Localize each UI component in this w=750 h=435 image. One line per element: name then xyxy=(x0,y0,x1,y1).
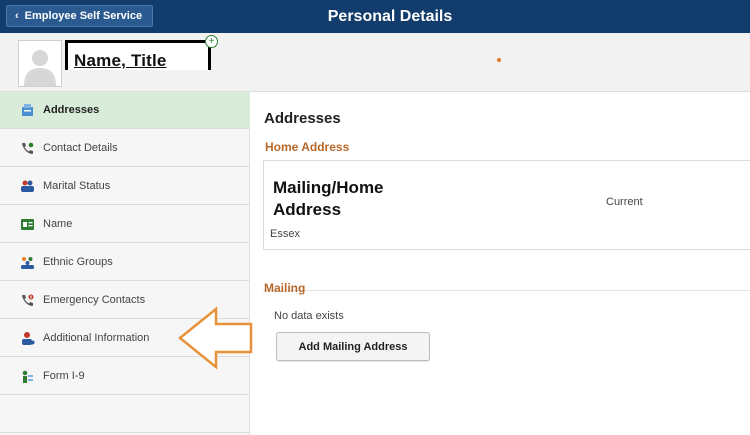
people-icon xyxy=(20,179,35,194)
avatar xyxy=(18,40,62,87)
sidebar-item-name[interactable]: Name xyxy=(0,206,250,243)
name-title-text: Name, Title xyxy=(74,51,167,70)
sidebar-item-label: Emergency Contacts xyxy=(43,294,146,306)
sidebar-item-label: Additional Information xyxy=(43,332,150,344)
home-address-heading: Home Address xyxy=(265,140,350,154)
sidebar-item-addresses[interactable]: Addresses xyxy=(0,92,250,129)
page-title: Personal Details xyxy=(327,8,453,25)
no-data-message: No data exists xyxy=(274,310,344,322)
group-icon xyxy=(20,255,35,270)
address-line: Essex xyxy=(270,228,300,240)
section-title: Addresses xyxy=(264,110,341,127)
expand-plus-icon[interactable]: + xyxy=(205,35,218,48)
sidebar-empty-row xyxy=(0,396,250,433)
section-divider xyxy=(263,290,750,291)
sidebar-item-label: Contact Details xyxy=(43,142,118,154)
add-mailing-address-button[interactable]: Add Mailing Address xyxy=(276,332,430,361)
top-bar: ‹ Employee Self Service Personal Details xyxy=(0,0,750,33)
address-type: Mailing/Home Address xyxy=(273,178,384,219)
main-content: Addresses Home Address Mailing/Home Addr… xyxy=(251,92,750,435)
sidebar-item-label: Name xyxy=(43,218,73,230)
name-box-corner xyxy=(208,66,211,70)
sidebar-item-ethnic-groups[interactable]: Ethnic Groups xyxy=(0,244,250,281)
form-icon xyxy=(20,369,35,384)
phone-icon xyxy=(20,141,35,156)
name-title-box: Name, Title + xyxy=(65,35,218,70)
sidebar: Addresses Contact Details Marital Status… xyxy=(0,92,250,435)
sidebar-item-marital-status[interactable]: Marital Status xyxy=(0,168,250,205)
sidebar-item-label: Marital Status xyxy=(43,180,111,192)
id-card-icon xyxy=(20,217,35,232)
person-icon xyxy=(20,331,35,346)
sidebar-item-contact-details[interactable]: Contact Details xyxy=(0,130,250,167)
address-status: Current xyxy=(606,196,643,208)
indicator-dot xyxy=(497,58,501,62)
sidebar-item-label: Addresses xyxy=(43,104,100,116)
annotation-arrow xyxy=(178,306,253,370)
mailing-heading: Mailing xyxy=(264,281,306,295)
emergency-phone-icon xyxy=(20,293,35,308)
address-book-icon xyxy=(20,103,35,118)
sidebar-item-label: Ethnic Groups xyxy=(43,256,113,268)
sidebar-item-label: Form I-9 xyxy=(43,370,85,382)
